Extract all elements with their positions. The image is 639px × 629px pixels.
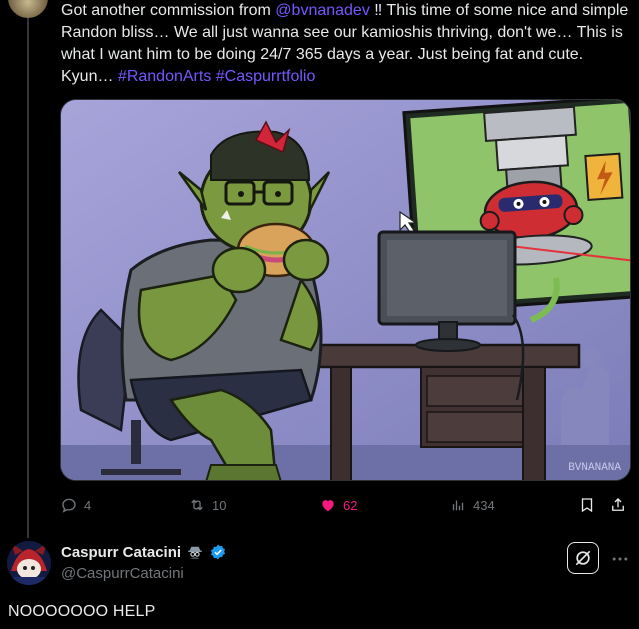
views-icon: [452, 500, 464, 511]
hashtag-link[interactable]: #Caspurrtfolio: [216, 68, 316, 85]
reply-author-avatar[interactable]: [7, 541, 51, 585]
tweet-text-part1: Got another commission from: [61, 2, 276, 19]
reply-icon: [62, 498, 76, 513]
author-avatar[interactable]: [8, 0, 48, 18]
share-icon: [612, 498, 624, 511]
tweet-actions: 4 10 62 434: [60, 493, 632, 517]
like-count: 62: [343, 497, 358, 513]
like-button[interactable]: 62: [319, 493, 357, 517]
heart-icon: [322, 500, 334, 512]
reply-text: NOOOOOOO HELP: [8, 603, 156, 620]
views-button[interactable]: 434: [449, 493, 495, 517]
thread-line: [27, 18, 29, 538]
hashtag-link[interactable]: #RandonArts: [118, 68, 211, 85]
bookmark-button[interactable]: [578, 493, 596, 517]
more-icon[interactable]: [610, 549, 630, 569]
repost-count: 10: [212, 497, 227, 513]
tweet-text: Got another commission from @bvnanadev ‼…: [61, 0, 631, 88]
reply-author-name-row: Caspurr Catacini: [61, 543, 227, 561]
reply-count: 4: [84, 497, 92, 513]
grok-icon: [575, 550, 591, 566]
reply-display-name[interactable]: Caspurr Catacini: [61, 544, 181, 561]
repost-icon: [191, 499, 203, 511]
artwork-illustration: BVNANANA: [61, 100, 630, 480]
bookmark-icon: [581, 498, 593, 513]
mention-link[interactable]: @bvnanadev: [275, 2, 370, 19]
spy-icon: [188, 546, 202, 559]
timeline: Got another commission from @bvnanadev ‼…: [0, 0, 639, 629]
reply-handle[interactable]: @CaspurrCatacini: [61, 565, 184, 582]
grok-button[interactable]: [567, 542, 599, 574]
verified-icon: [210, 544, 226, 560]
tweet-image[interactable]: BVNANANA: [60, 99, 631, 481]
reply-button[interactable]: 4: [60, 493, 91, 517]
repost-button[interactable]: 10: [188, 493, 226, 517]
views-count: 434: [473, 497, 495, 513]
share-button[interactable]: [609, 493, 627, 517]
artist-signature: BVNANANA: [568, 462, 621, 474]
